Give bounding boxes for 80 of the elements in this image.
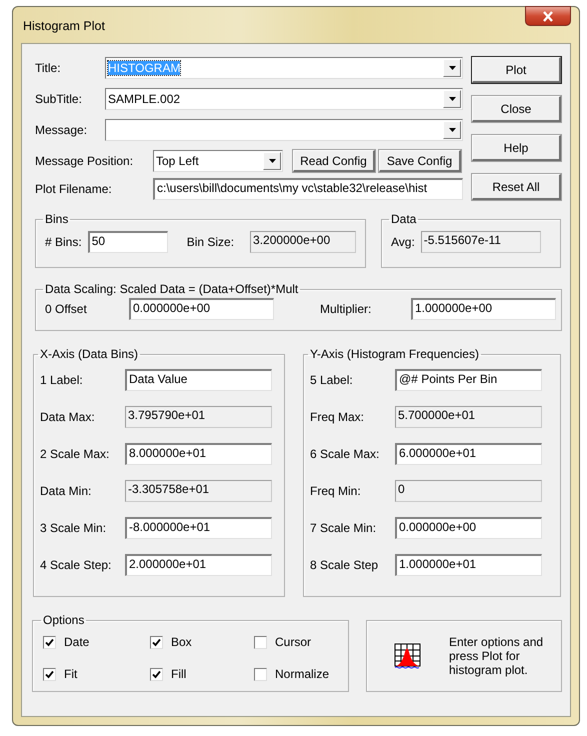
group-title: Bins <box>44 212 70 226</box>
dialog-button[interactable]: Help <box>472 135 561 161</box>
checkbox-label[interactable]: Cursor <box>275 635 312 649</box>
field-label: 1 Label: <box>40 373 84 387</box>
field-label: # Bins: <box>45 235 82 249</box>
dialog-button[interactable]: Reset All <box>472 174 561 200</box>
field-label: 3 Scale Min: <box>40 521 108 535</box>
group-title: Data <box>390 212 418 226</box>
dropdown-button[interactable] <box>443 59 461 77</box>
caret-icon <box>448 128 456 132</box>
config-button[interactable]: Read Config <box>293 150 375 172</box>
field-label: 0 Offset <box>45 302 88 316</box>
caret-icon <box>448 66 456 70</box>
field-label: 7 Scale Min: <box>310 521 378 535</box>
config-button[interactable]: Save Config <box>379 150 461 172</box>
checkbox-label[interactable]: Normalize <box>275 667 330 681</box>
field-label: Title: <box>35 61 62 75</box>
histogram-icon <box>392 642 422 670</box>
window-title: Histogram Plot <box>23 19 105 33</box>
field-label: Data Max: <box>40 410 96 424</box>
checkbox[interactable] <box>150 668 163 680</box>
field-label: 2 Scale Max: <box>40 447 110 461</box>
field-label: Message: <box>35 123 88 137</box>
field-label: Freq Max: <box>310 410 366 424</box>
readonly-field: -5.515607e-11 <box>420 231 541 253</box>
dropdown-button[interactable] <box>443 90 461 108</box>
field-label: Message Position: <box>35 154 134 168</box>
combo-box[interactable]: Top Left <box>153 150 283 172</box>
checkbox-label[interactable]: Date <box>64 635 90 649</box>
readonly-field: 3.795790e+01 <box>125 406 272 428</box>
field-label: Data Min: <box>40 484 92 498</box>
input-field[interactable]: 1.000000e+00 <box>411 298 556 320</box>
checkbox[interactable] <box>150 636 163 648</box>
field-label: 6 Scale Max: <box>310 447 380 461</box>
group-title: Data Scaling: Scaled Data = (Data+Offset)*Mult <box>44 282 300 296</box>
field-label: Multiplier: <box>320 302 372 316</box>
readonly-field: -3.305758e+01 <box>125 480 272 502</box>
input-field[interactable]: 0.000000e+00 <box>129 298 274 320</box>
close-icon <box>542 10 554 22</box>
checkbox-label[interactable]: Box <box>171 635 192 649</box>
field-label: Bin Size: <box>186 235 234 249</box>
checkbox[interactable] <box>254 668 267 680</box>
field-label: 5 Label: <box>310 373 354 387</box>
group-title: X-Axis (Data Bins) <box>39 347 140 361</box>
checkbox-label[interactable]: Fit <box>64 667 78 681</box>
dialog-button[interactable]: Plot <box>472 57 561 83</box>
field-label: Plot Filename: <box>35 182 113 196</box>
readonly-field: 3.200000e+00 <box>250 231 356 253</box>
readonly-field: 5.700000e+01 <box>395 406 542 428</box>
input-field[interactable]: 2.000000e+01 <box>125 554 272 576</box>
dropdown-button[interactable] <box>443 121 461 139</box>
input-field[interactable]: @# Points Per Bin <box>395 369 542 391</box>
checkbox[interactable] <box>43 636 56 648</box>
checkbox-label[interactable]: Fill <box>171 667 186 681</box>
input-field[interactable]: 50 <box>88 231 168 253</box>
combo-box[interactable]: SAMPLE.002 <box>105 88 463 110</box>
close-button[interactable] <box>525 6 571 26</box>
input-field[interactable]: c:\users\bill\documents\my vc\stable32\release\hist <box>153 178 463 200</box>
field-label: Freq Min: <box>310 484 362 498</box>
checkbox[interactable] <box>254 636 267 648</box>
field-label: 4 Scale Step: <box>40 558 112 572</box>
input-field[interactable]: 6.000000e+01 <box>395 443 542 465</box>
combo-box[interactable] <box>105 119 463 141</box>
input-field[interactable]: 1.000000e+01 <box>395 554 542 576</box>
checkbox[interactable] <box>43 668 56 680</box>
dropdown-button[interactable] <box>263 152 281 170</box>
field-label: 8 Scale Step <box>310 558 380 572</box>
input-field[interactable]: Data Value <box>125 369 272 391</box>
caret-icon <box>268 159 276 163</box>
input-field[interactable]: 8.000000e+01 <box>125 443 272 465</box>
field-label: SubTitle: <box>35 92 83 106</box>
group-title: Options <box>42 613 86 627</box>
instruction-text: Enter options and press Plot for histogram plot. <box>449 635 544 677</box>
input-field[interactable]: -8.000000e+01 <box>125 517 272 539</box>
group-title: Y-Axis (Histogram Frequencies) <box>309 347 480 361</box>
caret-icon <box>448 97 456 101</box>
dialog-button[interactable]: Close <box>472 96 561 122</box>
readonly-field: 0 <box>395 480 542 502</box>
input-field[interactable]: 0.000000e+00 <box>395 517 542 539</box>
field-label: Avg: <box>391 235 415 249</box>
